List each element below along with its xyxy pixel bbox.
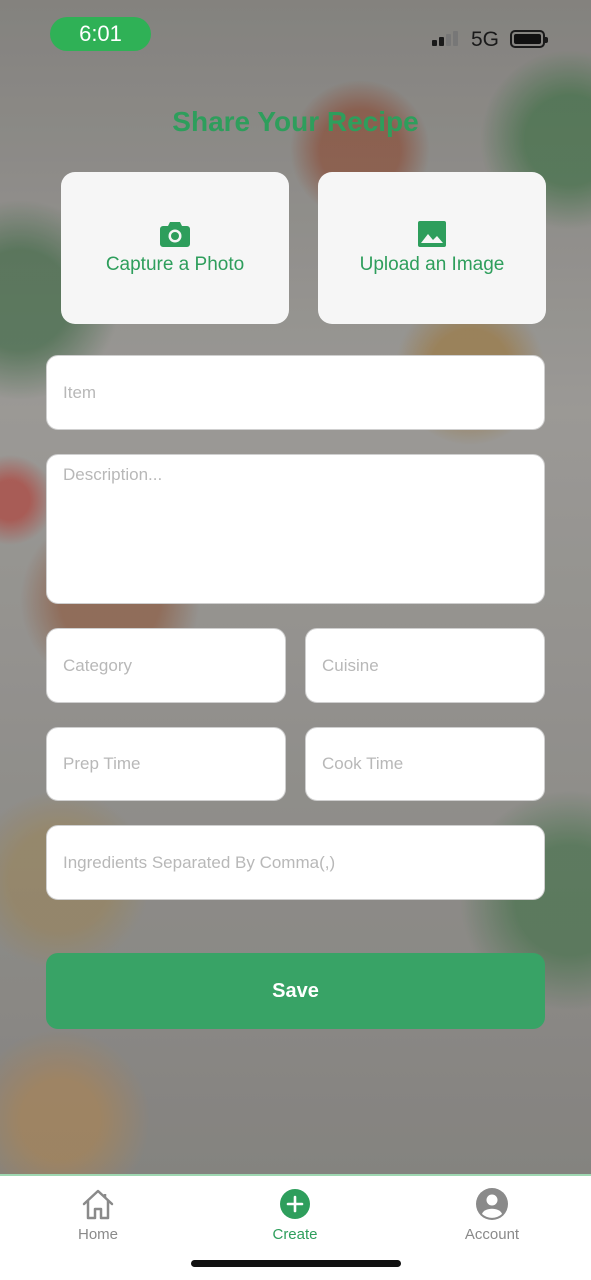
item-input[interactable]: Item [46, 355, 545, 430]
upload-image-label: Upload an Image [359, 254, 505, 275]
tab-account[interactable]: Account [437, 1186, 547, 1243]
cook-time-placeholder: Cook Time [322, 754, 404, 773]
cook-time-input[interactable]: Cook Time [305, 727, 545, 801]
status-bar: 6:01 5G [0, 0, 591, 70]
tab-home[interactable]: Home [43, 1186, 153, 1243]
tab-create-label: Create [272, 1226, 318, 1243]
plus-circle-icon [280, 1189, 310, 1219]
status-time: 6:01 [50, 17, 151, 51]
home-indicator [191, 1260, 401, 1267]
tab-account-label: Account [464, 1226, 520, 1243]
cuisine-input[interactable]: Cuisine [305, 628, 545, 703]
tab-home-label: Home [77, 1226, 118, 1243]
category-input[interactable]: Category [46, 628, 286, 703]
image-icon [418, 221, 446, 247]
category-placeholder: Category [63, 655, 132, 675]
camera-icon [160, 222, 190, 247]
prep-time-input[interactable]: Prep Time [46, 727, 286, 801]
save-button[interactable]: Save [46, 953, 545, 1029]
network-label: 5G [471, 28, 500, 51]
page-title: Share Your Recipe [172, 106, 419, 137]
signal-icon [432, 31, 458, 46]
tab-create[interactable]: Create [240, 1186, 350, 1243]
capture-photo-button[interactable]: Capture a Photo [61, 172, 289, 324]
home-icon [82, 1189, 114, 1220]
ingredients-placeholder: Ingredients Separated By Comma(,) [63, 852, 336, 872]
battery-icon [510, 30, 548, 48]
description-placeholder: Description... [63, 465, 163, 484]
description-input[interactable]: Description... [46, 454, 545, 604]
ingredients-input[interactable]: Ingredients Separated By Comma(,) [46, 825, 545, 900]
upload-image-button[interactable]: Upload an Image [318, 172, 546, 324]
prep-time-placeholder: Prep Time [63, 754, 141, 773]
item-placeholder: Item [63, 382, 97, 402]
account-icon [476, 1188, 508, 1220]
cuisine-placeholder: Cuisine [322, 655, 379, 675]
capture-photo-label: Capture a Photo [105, 254, 245, 275]
